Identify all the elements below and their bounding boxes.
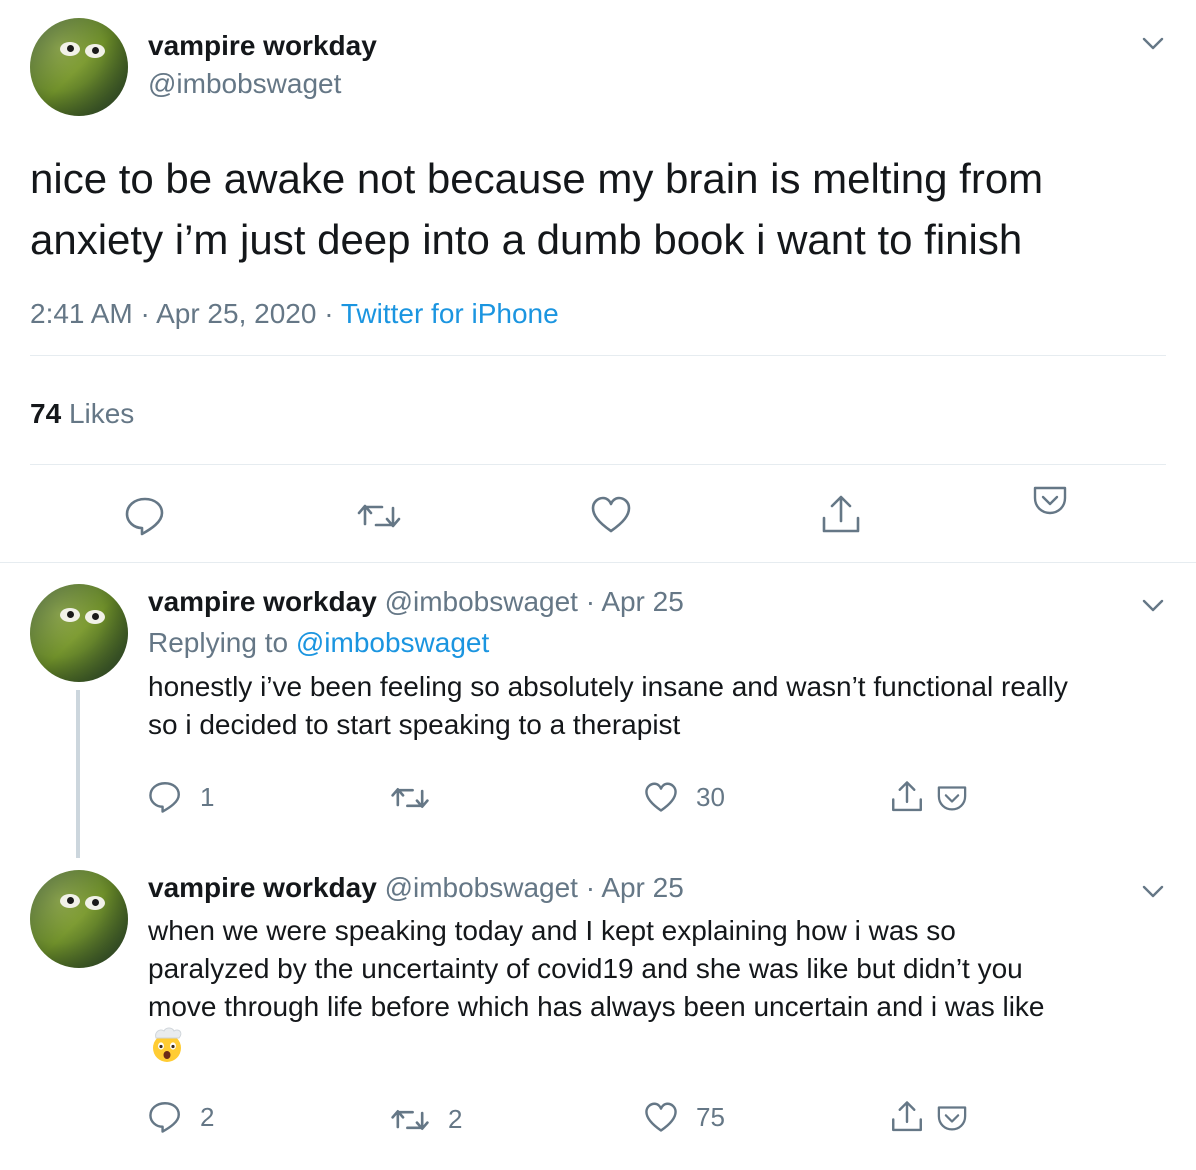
pocket-icon (937, 786, 967, 811)
share-icon (892, 1101, 922, 1132)
chevron-down-icon[interactable] (1140, 878, 1166, 904)
reply-button[interactable]: 2 (148, 1100, 214, 1134)
tweet-date[interactable]: Apr 25 (601, 586, 684, 617)
reply-count: 1 (200, 781, 215, 812)
handle[interactable]: @imbobswaget (148, 68, 341, 100)
reply-icon (149, 782, 180, 813)
retweet-icon (391, 1109, 429, 1130)
like-count: 30 (696, 782, 725, 812)
share-button[interactable] (890, 780, 924, 814)
reply-button[interactable] (124, 496, 166, 536)
tweet-text-line: when we were speaking today and I kept e… (148, 915, 956, 946)
reply-button[interactable]: 1 (148, 780, 214, 814)
display-name[interactable]: vampire workday (148, 586, 377, 617)
tweet-time[interactable]: 2:41 AM (30, 298, 133, 329)
tweet-text: honestly i’ve been feeling so absolutely… (148, 668, 1068, 744)
retweet-count: 2 (448, 1104, 463, 1134)
handle[interactable]: @imbobswaget (385, 586, 578, 617)
chevron-down-icon[interactable] (1140, 592, 1166, 618)
heart-icon (645, 782, 677, 812)
likes-number: 74 (30, 398, 62, 429)
tweet-meta: 2:41 AM · Apr 25, 2020 · Twitter for iPh… (30, 298, 559, 330)
share-icon (892, 781, 922, 812)
bookmark-button[interactable] (936, 1104, 968, 1132)
display-name[interactable]: vampire workday (148, 30, 377, 62)
tweet-text-line: honestly i’ve been feeling so absolutely… (148, 671, 1068, 702)
thread-line (76, 690, 80, 858)
like-count: 75 (696, 1102, 725, 1132)
tweet-text-line: paralyzed by the uncertainty of covid19 … (148, 953, 1023, 984)
tweet-text-line: move through life before which has alway… (148, 991, 1045, 1022)
avatar[interactable] (30, 870, 128, 968)
heart-icon (591, 496, 631, 533)
divider (30, 355, 1166, 356)
retweet-button[interactable] (390, 784, 448, 812)
retweet-icon (357, 504, 401, 528)
divider (30, 464, 1166, 465)
divider (0, 562, 1196, 563)
avatar[interactable] (30, 584, 128, 682)
exploding-head-emoji-icon (153, 1027, 182, 1062)
tweet-source-link[interactable]: Twitter for iPhone (341, 298, 559, 329)
tweet-date[interactable]: Apr 25, 2020 (156, 298, 316, 329)
retweet-button[interactable]: 2 (390, 1104, 462, 1135)
reply-icon (149, 1102, 180, 1133)
likes-count[interactable]: 74 Likes (30, 398, 134, 430)
bookmark-button[interactable] (1032, 484, 1068, 516)
tweet-text-line: so i decided to start speaking to a ther… (148, 709, 681, 740)
reply-header: vampire workday @imbobswaget · Apr 25 (148, 872, 684, 903)
chevron-down-icon[interactable] (1140, 30, 1166, 56)
avatar[interactable] (30, 18, 128, 116)
tweet-date[interactable]: Apr 25 (601, 872, 684, 903)
pocket-icon (1033, 486, 1067, 515)
share-button[interactable] (820, 494, 862, 536)
replying-prefix: Replying to (148, 627, 289, 658)
replying-to: Replying to @imbobswaget (148, 627, 489, 659)
meta-separator: · (324, 298, 334, 329)
replying-to-link[interactable]: @imbobswaget (296, 627, 489, 658)
like-button[interactable]: 75 (644, 1102, 725, 1133)
share-icon (822, 495, 860, 533)
like-button[interactable] (590, 496, 632, 534)
heart-icon (645, 1102, 677, 1132)
share-button[interactable] (890, 1100, 924, 1134)
likes-label: Likes (68, 398, 135, 429)
tweet-text: nice to be awake not because my brain is… (30, 155, 1044, 263)
reply-count: 2 (200, 1101, 215, 1132)
meta-separator: · (140, 298, 150, 329)
display-name[interactable]: vampire workday (148, 872, 377, 903)
pocket-icon (937, 1106, 967, 1131)
reply-icon (125, 497, 164, 536)
like-button[interactable]: 30 (644, 782, 725, 813)
handle[interactable]: @imbobswaget (385, 872, 578, 903)
bookmark-button[interactable] (936, 784, 968, 812)
tweet-text: when we were speaking today and I kept e… (148, 912, 1045, 1026)
retweet-icon (391, 788, 429, 808)
reply-header: vampire workday @imbobswaget · Apr 25 (148, 586, 684, 617)
retweet-button[interactable] (356, 500, 402, 532)
